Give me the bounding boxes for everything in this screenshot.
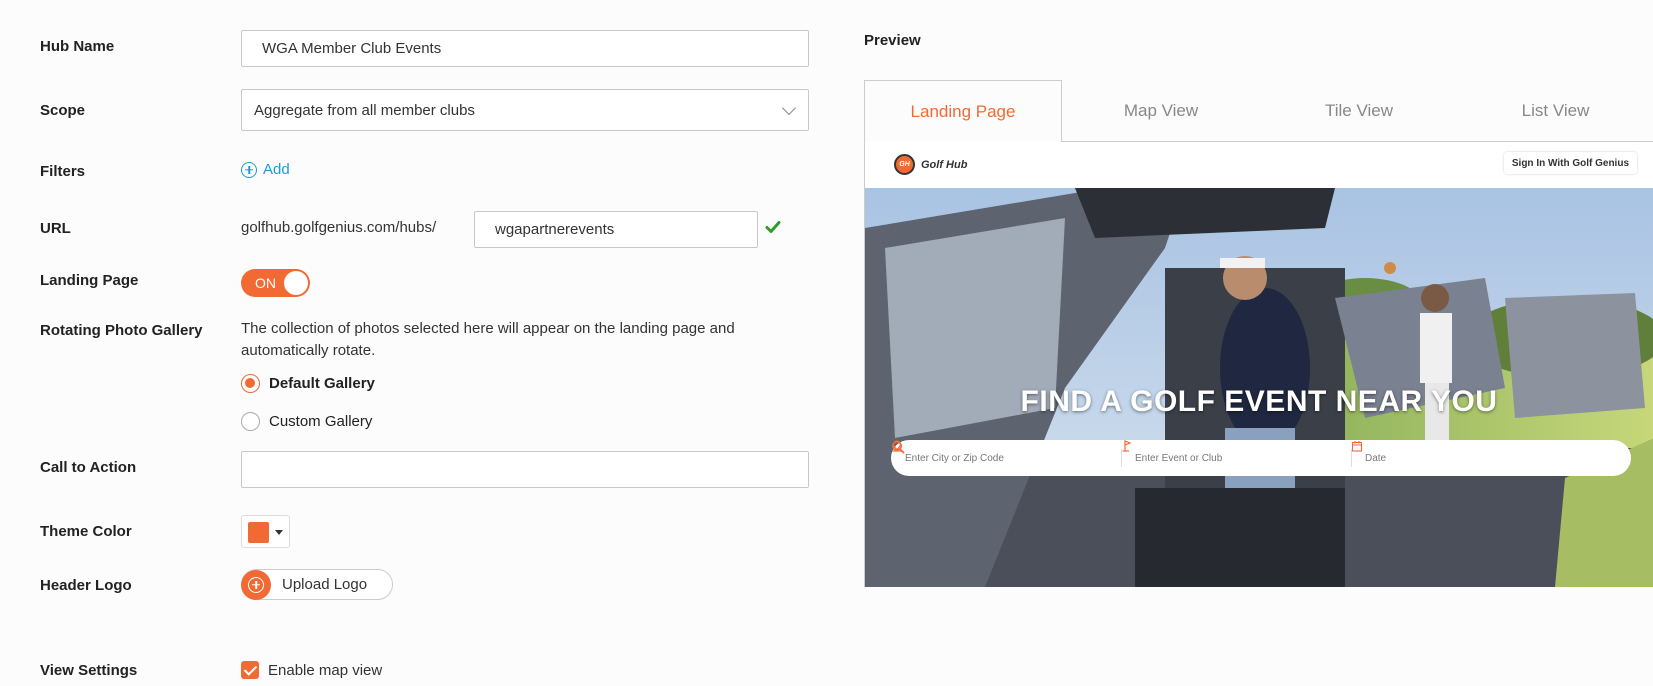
header-logo-label: Header Logo — [40, 577, 132, 594]
check-icon — [765, 221, 781, 233]
event-field[interactable]: Enter Event or Club — [1121, 440, 1351, 476]
color-swatch — [248, 522, 269, 543]
toggle-knob — [284, 271, 308, 295]
gallery-description: The collection of photos selected here w… — [241, 320, 735, 359]
hero-title: FIND A GOLF EVENT NEAR YOU — [1020, 385, 1498, 418]
hub-name-label: Hub Name — [40, 38, 115, 55]
filters-label: Filters — [40, 163, 86, 180]
upload-logo-label: Upload Logo — [282, 576, 368, 593]
landing-page-preview: GH Golf Hub Sign In With Golf Genius FIN… — [864, 142, 1653, 587]
url-slug-input[interactable]: wgapartnerevents — [474, 211, 758, 248]
flag-icon — [1122, 440, 1132, 452]
enable-map-view-checkbox[interactable]: Enable map view — [241, 661, 382, 679]
url-label: URL — [40, 220, 71, 237]
radio-label: Default Gallery — [269, 375, 375, 392]
radio-button — [241, 412, 260, 431]
radio-label: Custom Gallery — [269, 413, 373, 430]
landing-page-toggle[interactable]: ON — [241, 269, 310, 297]
scope-select-value: Aggregate from all member clubs — [254, 101, 475, 119]
url-prefix: golfhub.golfgenius.com/hubs/ — [241, 219, 437, 236]
radio-default-gallery[interactable]: Default Gallery — [241, 374, 375, 393]
event-placeholder: Enter Event or Club — [1135, 452, 1223, 464]
tab-landing-page[interactable]: Landing Page — [864, 80, 1062, 143]
search-icon[interactable] — [891, 440, 905, 454]
radio-custom-gallery[interactable]: Custom Gallery — [241, 412, 372, 431]
golf-hub-logo: GH Golf Hub — [894, 154, 967, 175]
date-field[interactable]: Date — [1351, 440, 1591, 476]
add-filter-link[interactable]: Add — [241, 161, 290, 178]
hub-name-input[interactable]: WGA Member Club Events — [241, 30, 809, 67]
caret-down-icon — [275, 530, 283, 535]
view-settings-label: View Settings — [40, 662, 138, 679]
call-to-action-label: Call to Action — [40, 459, 137, 476]
theme-color-picker[interactable] — [241, 515, 290, 548]
date-placeholder: Date — [1365, 452, 1387, 464]
tab-map-view[interactable]: Map View — [1062, 80, 1260, 142]
preview-header: GH Golf Hub Sign In With Golf Genius — [865, 142, 1653, 188]
scope-select[interactable]: Aggregate from all member clubs — [241, 89, 809, 131]
logo-mark: GH — [894, 154, 915, 175]
plus-circle-icon — [241, 569, 271, 600]
landing-page-label: Landing Page — [40, 272, 139, 289]
hero-image: FIND A GOLF EVENT NEAR YOU Enter City or… — [865, 188, 1653, 587]
location-placeholder: Enter City or Zip Code — [905, 452, 1004, 464]
sign-in-button[interactable]: Sign In With Golf Genius — [1503, 152, 1637, 174]
logo-text: Golf Hub — [921, 158, 968, 171]
preview-title: Preview — [864, 32, 921, 49]
location-field[interactable]: Enter City or Zip Code — [891, 440, 1121, 476]
tab-list-view[interactable]: List View — [1458, 80, 1653, 142]
gallery-label: Rotating Photo Gallery — [40, 322, 203, 339]
radio-button — [241, 374, 260, 393]
upload-logo-button[interactable]: Upload Logo — [241, 569, 393, 600]
add-filter-label: Add — [263, 161, 290, 178]
checkbox-label: Enable map view — [268, 661, 383, 679]
plus-circle-icon — [241, 161, 257, 178]
checkbox — [241, 661, 259, 679]
preview-tabs: Landing Page Map View Tile View List Vie… — [864, 80, 1653, 143]
scope-label: Scope — [40, 102, 86, 119]
calendar-icon — [1351, 441, 1363, 452]
call-to-action-input[interactable] — [241, 451, 809, 488]
event-search-bar: Enter City or Zip Code Enter Event or Cl… — [891, 440, 1631, 476]
toggle-state-label: ON — [255, 275, 276, 291]
tab-tile-view[interactable]: Tile View — [1260, 80, 1458, 142]
theme-color-label: Theme Color — [40, 523, 132, 540]
chevron-down-icon — [781, 100, 797, 116]
